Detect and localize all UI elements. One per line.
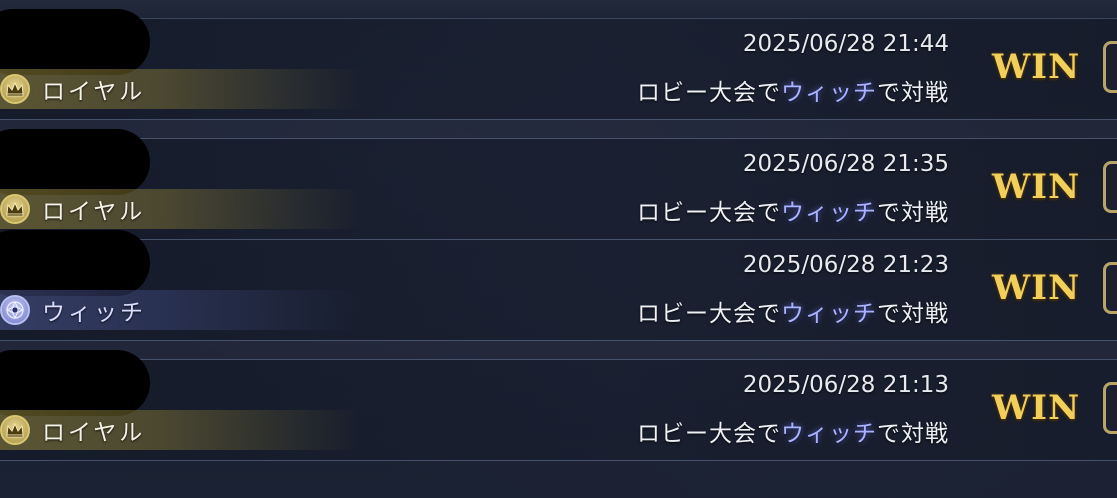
- class-label: ウィッチ: [0, 290, 360, 330]
- match-description: ロビー大会でウィッチで対戦: [637, 193, 949, 227]
- crown-icon: [0, 194, 30, 224]
- match-history-list: ロイヤル 2025/06/28 21:44 ロビー大会でウィッチで対戦 WIN …: [0, 9, 1117, 461]
- match-history-row[interactable]: ロイヤル 2025/06/28 21:13 ロビー大会でウィッチで対戦 WIN: [0, 350, 1117, 461]
- match-timestamp: 2025/06/28 21:35: [742, 151, 949, 177]
- redacted-player-name: [0, 230, 150, 296]
- crown-icon: [0, 415, 30, 445]
- magic-circle-icon: [0, 295, 30, 325]
- redacted-player-name: [0, 129, 150, 195]
- replay-button[interactable]: [1103, 382, 1117, 434]
- replay-button[interactable]: [1103, 262, 1117, 314]
- desc-prefix: ロビー大会で: [637, 80, 781, 106]
- match-description: ロビー大会でウィッチで対戦: [637, 294, 949, 328]
- desc-suffix: で対戦: [877, 421, 949, 447]
- desc-suffix: で対戦: [877, 80, 949, 106]
- match-timestamp: 2025/06/28 21:13: [742, 372, 949, 398]
- desc-suffix: で対戦: [877, 200, 949, 226]
- class-name: ロイヤル: [42, 199, 146, 225]
- opponent-class: ウィッチ: [781, 80, 877, 106]
- replay-button[interactable]: [1103, 161, 1117, 213]
- crown-icon-graphic: [6, 81, 24, 97]
- class-name: ウィッチ: [42, 300, 146, 326]
- row-divider: [0, 120, 1117, 139]
- desc-prefix: ロビー大会で: [637, 301, 781, 327]
- class-label: ロイヤル: [0, 410, 360, 450]
- match-history-row[interactable]: ロイヤル 2025/06/28 21:35 ロビー大会でウィッチで対戦 WIN: [0, 129, 1117, 240]
- magic-circle-icon-graphic: [5, 300, 25, 320]
- match-timestamp: 2025/06/28 21:23: [742, 252, 949, 278]
- opponent-class: ウィッチ: [781, 301, 877, 327]
- crown-icon-graphic: [6, 201, 24, 217]
- desc-suffix: で対戦: [877, 301, 949, 327]
- result-badge: WIN: [992, 268, 1081, 308]
- crown-icon: [0, 74, 30, 104]
- result-badge: WIN: [992, 167, 1081, 207]
- match-timestamp: 2025/06/28 21:44: [742, 31, 949, 57]
- result-badge: WIN: [992, 388, 1081, 428]
- match-description: ロビー大会でウィッチで対戦: [637, 73, 949, 107]
- result-badge: WIN: [992, 47, 1081, 87]
- desc-prefix: ロビー大会で: [637, 421, 781, 447]
- redacted-player-name: [0, 9, 150, 75]
- match-history-row[interactable]: ロイヤル 2025/06/28 21:44 ロビー大会でウィッチで対戦 WIN: [0, 9, 1117, 120]
- match-history-row[interactable]: ウィッチ 2025/06/28 21:23 ロビー大会でウィッチで対戦 WIN: [0, 230, 1117, 341]
- class-label: ロイヤル: [0, 189, 360, 229]
- match-description: ロビー大会でウィッチで対戦: [637, 414, 949, 448]
- opponent-class: ウィッチ: [781, 421, 877, 447]
- row-divider: [0, 341, 1117, 360]
- desc-prefix: ロビー大会で: [637, 200, 781, 226]
- opponent-class: ウィッチ: [781, 200, 877, 226]
- redacted-player-name: [0, 350, 150, 416]
- class-label: ロイヤル: [0, 69, 360, 109]
- class-name: ロイヤル: [42, 79, 146, 105]
- class-name: ロイヤル: [42, 420, 146, 446]
- crown-icon-graphic: [6, 422, 24, 438]
- replay-button[interactable]: [1103, 41, 1117, 93]
- list-top-divider: [0, 0, 1117, 19]
